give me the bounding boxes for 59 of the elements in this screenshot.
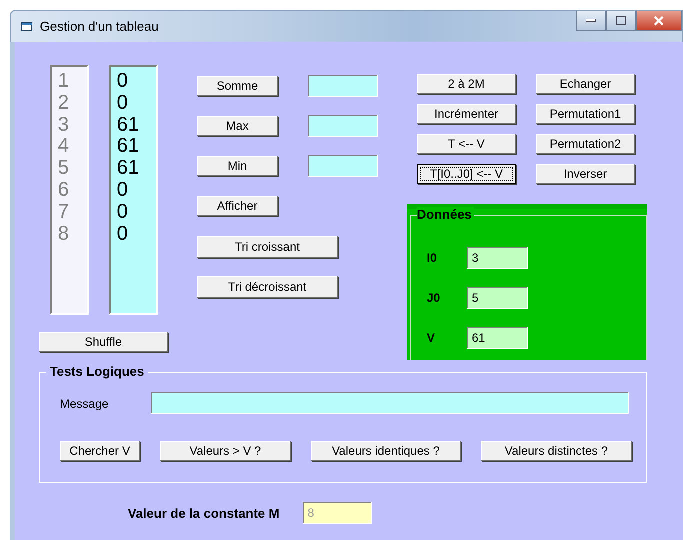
- list-item: 8: [58, 224, 70, 246]
- group-title: Tests Logiques: [46, 364, 148, 379]
- compute-button[interactable]: Min: [197, 156, 278, 176]
- close-button[interactable]: [636, 11, 682, 31]
- message-label: Message: [60, 396, 110, 410]
- show-button[interactable]: Afficher: [197, 196, 278, 216]
- maximize-icon: [616, 16, 626, 25]
- field-label: V: [427, 331, 436, 345]
- maximize-button[interactable]: [606, 11, 636, 31]
- panel-title: Données: [417, 207, 474, 222]
- action-button[interactable]: Inverser: [536, 164, 635, 184]
- action-button[interactable]: T <-- V: [417, 134, 516, 154]
- app-icon: [21, 20, 34, 32]
- shuffle-button[interactable]: Shuffle: [39, 332, 168, 352]
- input-field[interactable]: 3: [467, 246, 528, 268]
- input-field[interactable]: 5: [467, 286, 528, 308]
- action-button[interactable]: Incrémenter: [417, 104, 516, 124]
- test-button[interactable]: Chercher V: [60, 441, 140, 461]
- list-item: 3: [58, 114, 70, 136]
- list-item: 0: [117, 180, 130, 202]
- input-field[interactable]: 61: [467, 326, 528, 348]
- action-button[interactable]: Permutation1: [536, 104, 635, 124]
- list-item: 7: [58, 202, 70, 224]
- minimize-button[interactable]: [576, 11, 606, 31]
- test-button[interactable]: Valeurs distinctes ?: [481, 441, 632, 461]
- test-button[interactable]: Valeurs > V ?: [160, 441, 291, 461]
- compute-button[interactable]: Max: [197, 116, 278, 136]
- action-button[interactable]: Permutation2: [536, 134, 635, 154]
- value-list[interactable]: 0 0 61 61 61 0 0 0: [109, 65, 158, 315]
- list-item: 6: [58, 180, 70, 202]
- sort-button[interactable]: Tri décroissant: [197, 276, 338, 298]
- constant-label: Valeur de la constante M: [128, 506, 280, 521]
- list-item: 4: [58, 136, 70, 158]
- compute-button[interactable]: Somme: [197, 76, 278, 96]
- list-item: 61: [117, 158, 140, 180]
- window-title: Gestion d'un tableau: [40, 19, 159, 34]
- list-item: 2: [58, 92, 70, 115]
- action-button[interactable]: Echanger: [536, 74, 635, 94]
- list-item: 5: [58, 158, 70, 180]
- message-field[interactable]: [151, 392, 629, 414]
- sort-button[interactable]: Tri croissant: [197, 236, 338, 258]
- list-item: 0: [117, 224, 130, 246]
- list-item: 1: [58, 71, 70, 93]
- field-label: I0: [427, 251, 438, 265]
- close-icon: [654, 16, 664, 26]
- list-item: 0: [117, 92, 130, 115]
- minimize-icon: [586, 18, 596, 22]
- list-item: 61: [117, 136, 140, 158]
- action-button[interactable]: T[I0..J0] <-- V: [417, 164, 516, 184]
- test-button[interactable]: Valeurs identiques ?: [311, 441, 461, 461]
- list-item: 0: [117, 202, 130, 224]
- index-list[interactable]: 1 2 3 4 5 6 7 8: [50, 65, 89, 315]
- result-field[interactable]: [308, 75, 378, 97]
- list-item: 0: [117, 71, 130, 93]
- result-field[interactable]: [308, 155, 378, 177]
- field-label: J0: [427, 291, 442, 305]
- action-button[interactable]: 2 à 2M: [417, 74, 516, 94]
- list-item: 61: [117, 114, 140, 136]
- result-field[interactable]: [308, 115, 378, 137]
